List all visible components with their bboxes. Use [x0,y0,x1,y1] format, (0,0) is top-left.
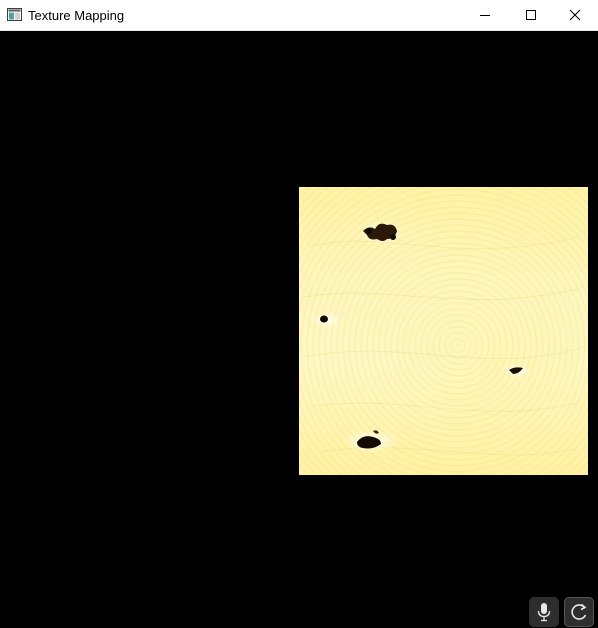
maximize-button[interactable] [508,0,554,30]
rotate-icon [571,603,587,620]
sunspot [320,315,328,323]
maximize-icon [526,10,536,20]
microphone-button[interactable] [529,597,559,627]
sun-texture [303,221,585,456]
minimize-icon [480,15,490,16]
app-window-icon [7,8,22,21]
title-bar[interactable]: Texture Mapping [0,0,598,31]
close-icon [569,9,581,21]
render-viewport[interactable] [0,31,598,628]
microphone-icon [537,603,551,622]
rotate-button[interactable] [564,597,594,627]
app-window: Texture Mapping [0,0,598,628]
window-title: Texture Mapping [28,8,125,23]
minimize-button[interactable] [462,0,508,30]
textured-quad [299,187,588,475]
close-button[interactable] [552,0,598,30]
